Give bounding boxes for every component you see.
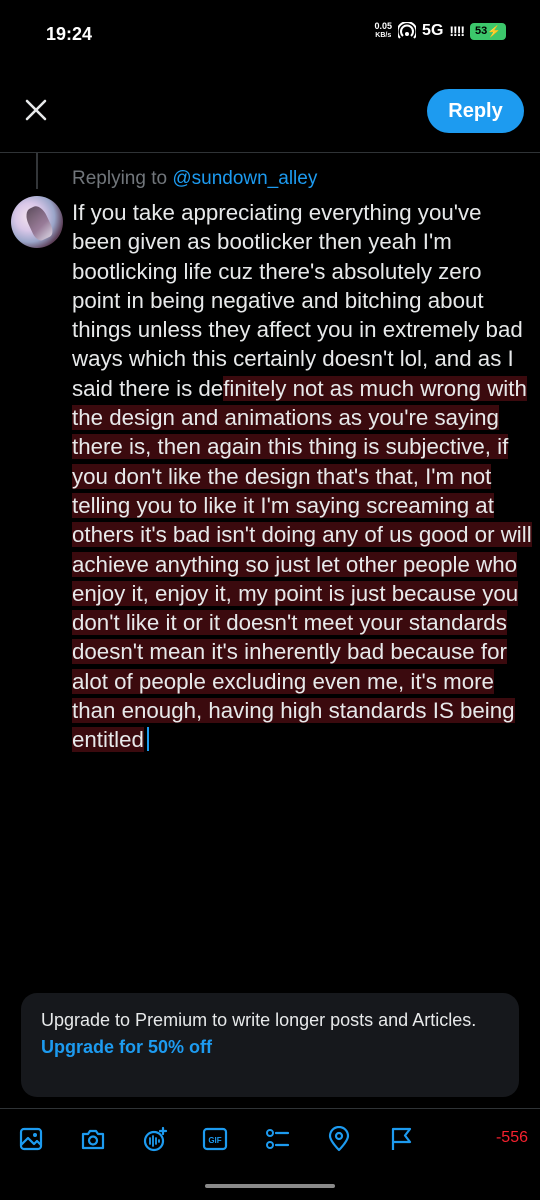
gif-button[interactable]: GIF <box>200 1124 230 1154</box>
camera-button[interactable] <box>78 1124 108 1154</box>
poll-icon <box>266 1129 290 1149</box>
replying-to-handle[interactable]: @sundown_alley <box>172 168 317 189</box>
thread-line <box>36 153 38 189</box>
upsell-text: Upgrade to Premium to write longer posts… <box>41 1010 477 1030</box>
toolbar-divider <box>0 1108 540 1109</box>
location-icon <box>328 1126 350 1152</box>
compose-textarea[interactable]: If you take appreciating everything you'… <box>72 198 532 755</box>
home-indicator[interactable] <box>205 1184 335 1188</box>
image-icon <box>19 1127 43 1151</box>
text-cursor <box>146 727 149 752</box>
gif-icon: GIF <box>202 1127 228 1151</box>
status-time: 19:24 <box>46 24 93 44</box>
flag-icon <box>391 1127 412 1150</box>
status-bar: 19:24 0.05 KB/s 5G !!!! 53 ⚡ <box>0 0 540 70</box>
avatar[interactable] <box>11 196 63 248</box>
close-button[interactable] <box>22 96 50 124</box>
close-icon <box>25 99 47 121</box>
poll-button[interactable] <box>262 1124 292 1154</box>
hotspot-icon <box>398 22 417 39</box>
grok-icon <box>143 1126 168 1152</box>
add-image-button[interactable] <box>16 1124 46 1154</box>
grok-button[interactable] <box>140 1124 170 1154</box>
status-icons: 0.05 KB/s 5G !!!! 53 ⚡ <box>375 22 506 40</box>
compose-text-within-limit: If you take appreciating everything you'… <box>72 200 523 401</box>
reply-button[interactable]: Reply <box>427 89 524 133</box>
premium-upsell-card: Upgrade to Premium to write longer posts… <box>21 993 519 1097</box>
compose-text-over-limit: finitely not as much wrong with the desi… <box>72 375 532 753</box>
location-button[interactable] <box>324 1124 354 1154</box>
header-divider <box>0 152 540 153</box>
camera-icon <box>81 1129 105 1150</box>
svg-text:GIF: GIF <box>208 1136 221 1145</box>
battery-icon: 53 ⚡ <box>470 22 506 40</box>
flag-button[interactable] <box>386 1124 416 1154</box>
character-count: -556 <box>495 1129 528 1146</box>
signal-icon: !!!! <box>449 23 465 39</box>
network-type: 5G <box>422 22 444 39</box>
replying-to: Replying to @sundown_alley <box>72 168 318 189</box>
upgrade-link[interactable]: Upgrade for 50% off <box>41 1037 499 1058</box>
network-speed: 0.05 KB/s <box>374 21 393 40</box>
